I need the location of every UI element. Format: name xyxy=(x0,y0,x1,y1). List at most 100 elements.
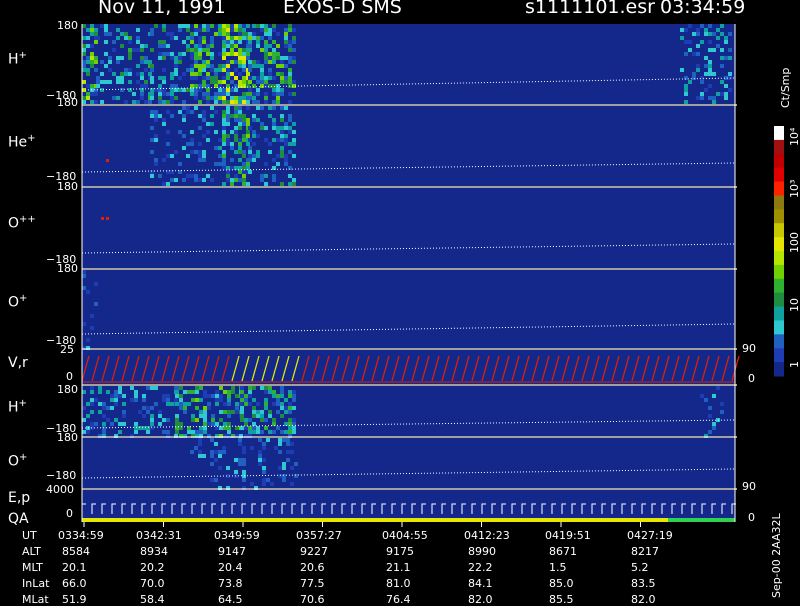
heatmap-cell xyxy=(186,106,190,110)
heatmap-cell xyxy=(280,126,284,130)
heatmap-cell xyxy=(222,134,226,138)
heatmap-cell xyxy=(100,100,104,104)
heatmap-cell xyxy=(190,92,194,96)
heatmap-cell xyxy=(242,150,246,154)
heatmap-cell xyxy=(90,398,94,402)
heatmap-cell xyxy=(288,430,292,434)
colorbar-swatch xyxy=(774,278,784,294)
heatmap-cell xyxy=(272,52,276,56)
heatmap-cell xyxy=(158,40,162,44)
heatmap-cell xyxy=(175,386,179,390)
heatmap-cell xyxy=(242,458,246,462)
heatmap-cell xyxy=(264,32,268,36)
heatmap-cell xyxy=(94,60,98,64)
heatmap-cell xyxy=(260,386,264,390)
heatmap-cell xyxy=(226,166,230,170)
heatmap-cell xyxy=(94,422,98,426)
heatmap-cell xyxy=(704,28,708,32)
heatmap-cell xyxy=(276,92,280,96)
heatmap-cell xyxy=(198,36,202,40)
ephemeris-cell: 0427:19 xyxy=(627,529,673,542)
heatmap-cell xyxy=(252,64,256,68)
heatmap-cell xyxy=(96,84,100,88)
heatmap-cell xyxy=(150,76,154,80)
heatmap-cell xyxy=(238,146,242,150)
ephemeris-cell: 20.2 xyxy=(140,561,165,574)
heatmap-cell xyxy=(288,390,292,394)
heatmap-cell xyxy=(175,430,179,434)
heatmap-cell xyxy=(712,32,716,36)
heatmap-cell xyxy=(122,402,126,406)
heatmap-cell xyxy=(175,414,179,418)
heatmap-cell xyxy=(244,398,248,402)
heatmap-cell xyxy=(158,414,162,418)
heatmap-cell xyxy=(128,48,132,52)
heatmap-cell xyxy=(272,430,276,434)
heatmap-cell xyxy=(716,92,720,96)
heatmap-cell xyxy=(162,430,166,434)
heatmap-cell xyxy=(238,126,242,130)
heatmap-cell xyxy=(700,76,704,80)
heatmap-cell xyxy=(272,402,276,406)
heatmap-cell xyxy=(234,458,238,462)
heatmap-cell xyxy=(256,402,260,406)
heatmap-cell xyxy=(227,402,231,406)
heatmap-cell xyxy=(242,56,246,60)
heatmap-cell xyxy=(262,442,266,446)
heatmap-cell xyxy=(242,138,246,142)
heatmap-cell xyxy=(684,52,688,56)
heatmap-cell xyxy=(250,482,254,486)
heatmap-cell xyxy=(244,394,248,398)
heatmap-cell xyxy=(174,88,178,92)
heatmap-cell xyxy=(138,426,142,430)
ephemeris-cell: 8934 xyxy=(140,545,168,558)
heatmap-cell xyxy=(175,402,179,406)
heatmap-cell xyxy=(158,52,162,56)
heatmap-cell xyxy=(226,32,230,36)
heatmap-cell xyxy=(290,450,294,454)
heatmap-cell xyxy=(276,44,280,48)
heatmap-cell xyxy=(178,24,182,28)
heatmap-cell xyxy=(102,430,106,434)
heatmap-cell xyxy=(244,426,248,430)
heatmap-cell xyxy=(194,92,198,96)
heatmap-cell xyxy=(210,36,214,40)
heatmap-cell xyxy=(227,414,231,418)
heatmap-cell xyxy=(210,68,214,72)
heatmap-cell xyxy=(680,36,684,40)
heatmap-cell xyxy=(227,394,231,398)
heatmap-cell xyxy=(154,110,158,114)
heatmap-cell xyxy=(234,150,238,154)
heatmap-cell xyxy=(230,114,234,118)
ephemeris-cell: 5.2 xyxy=(631,561,649,574)
heatmap-cell xyxy=(276,138,280,142)
heatmap-cell xyxy=(272,60,276,64)
heatmap-cell xyxy=(104,52,108,56)
heatmap-cell xyxy=(230,40,234,44)
heatmap-cell xyxy=(292,390,296,394)
ephemeris-cell: 0419:51 xyxy=(545,529,591,542)
heatmap-cell xyxy=(94,28,98,32)
heatmap-cell xyxy=(696,44,700,48)
heatmap-cell xyxy=(246,56,250,60)
ephemeris-cell: 0404:55 xyxy=(382,529,428,542)
heatmap-cell xyxy=(242,114,246,118)
heatmap-cell xyxy=(211,422,215,426)
heatmap-cell xyxy=(230,96,234,100)
heatmap-cell xyxy=(252,84,256,88)
heatmap-cell xyxy=(187,402,191,406)
heatmap-cell xyxy=(708,84,712,88)
colorbar-swatch xyxy=(774,306,784,321)
heatmap-cell xyxy=(716,28,720,32)
heatmap-cell xyxy=(190,64,194,68)
heatmap-cell xyxy=(260,126,264,130)
heatmap-cell xyxy=(292,138,296,142)
heatmap-cell xyxy=(190,76,194,80)
heatmap-cell xyxy=(166,182,170,186)
heatmap-cell xyxy=(235,406,239,410)
heatmap-cell xyxy=(219,410,223,414)
heatmap-cell xyxy=(96,80,100,84)
ephemeris-cell: 0412:23 xyxy=(464,529,510,542)
heatmap-cell xyxy=(215,394,219,398)
heatmap-cell xyxy=(122,410,126,414)
